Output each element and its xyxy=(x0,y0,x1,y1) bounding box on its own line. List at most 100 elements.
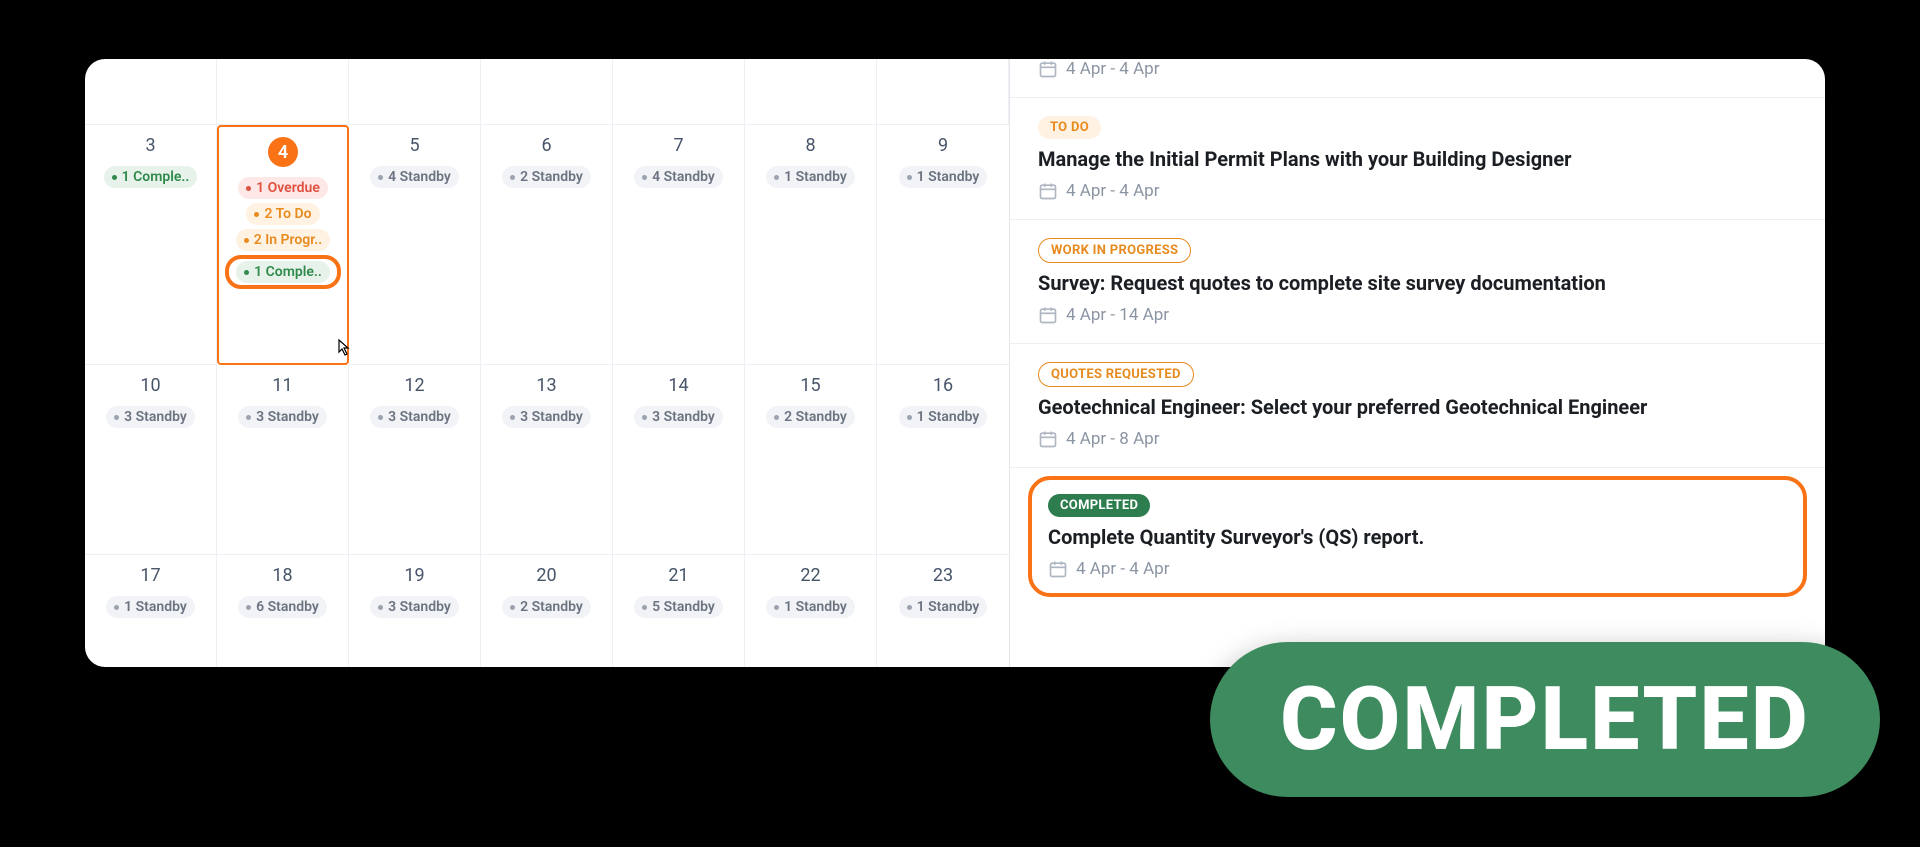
dot-icon xyxy=(378,175,383,180)
status-chip: WORK IN PROGRESS xyxy=(1038,238,1191,263)
status-pill-completed[interactable]: 1 Comple.. xyxy=(236,261,330,283)
dot-icon xyxy=(907,175,912,180)
task-date-range: 4 Apr - 8 Apr xyxy=(1038,429,1797,449)
app-card: 3 1 Comple.. 4 1 Overdue 2 To Do 2 In Progr..… xyxy=(85,59,1825,667)
dot-icon xyxy=(244,238,249,243)
dot-icon xyxy=(114,605,119,610)
status-pill-standby[interactable]: 4 Standby xyxy=(370,166,459,188)
status-chip: TO DO xyxy=(1038,116,1101,139)
status-pill-standby[interactable]: 1 Standby xyxy=(766,166,855,188)
status-chip: QUOTES REQUESTED xyxy=(1038,362,1194,387)
task-item[interactable]: QUOTES REQUESTEDGeotechnical Engineer: S… xyxy=(1010,344,1825,468)
dot-icon xyxy=(378,605,383,610)
day-number: 18 xyxy=(223,565,342,586)
calendar-day-cell[interactable]: 3 1 Comple.. xyxy=(85,125,217,365)
calendar-day-cell[interactable]: 6 2 Standby xyxy=(481,125,613,365)
calendar-day-cell[interactable]: 16 1 Standby xyxy=(877,365,1009,555)
day-number: 13 xyxy=(487,375,606,396)
status-pill-progress[interactable]: 2 In Progr.. xyxy=(236,229,331,251)
task-item[interactable]: TO DO Manage the Initial Permit Plans wit… xyxy=(1010,98,1825,220)
task-title: Complete Quantity Surveyor's (QS) report… xyxy=(1048,525,1787,549)
calendar-day-cell[interactable]: 19 3 Standby xyxy=(349,555,481,667)
task-dates: 4 Apr - 4 Apr xyxy=(1076,559,1169,579)
completed-overlay-badge: COMPLETED xyxy=(1210,642,1880,797)
calendar-header-spacer xyxy=(613,59,745,125)
day-number: 11 xyxy=(223,375,342,396)
status-pill-standby[interactable]: 3 Standby xyxy=(370,406,459,428)
status-pill-standby[interactable]: 2 Standby xyxy=(766,406,855,428)
task-title: Manage the Initial Permit Plans with you… xyxy=(1038,147,1797,171)
dot-icon xyxy=(774,605,779,610)
task-item[interactable]: 4 Apr - 4 Apr xyxy=(1010,59,1825,98)
calendar-icon xyxy=(1038,181,1058,201)
status-pill-standby[interactable]: 3 Standby xyxy=(502,406,591,428)
day-number: 17 xyxy=(91,565,210,586)
day-number: 7 xyxy=(619,135,738,156)
calendar-day-cell[interactable]: 152 Standby xyxy=(745,365,877,555)
day-number: 22 xyxy=(751,565,870,586)
calendar-day-cell[interactable]: 91 Standby xyxy=(877,125,1009,365)
calendar-day-cell[interactable]: 215 Standby xyxy=(613,555,745,667)
calendar-day-cell[interactable]: 12 3 Standby xyxy=(349,365,481,555)
status-pill-standby[interactable]: 4 Standby xyxy=(634,166,723,188)
calendar-header-spacer xyxy=(481,59,613,125)
status-pill-standby[interactable]: 1 Standby xyxy=(106,596,195,618)
task-date-range: 4 Apr - 4 Apr xyxy=(1048,559,1787,579)
dot-icon xyxy=(246,605,251,610)
task-dates: 4 Apr - 14 Apr xyxy=(1066,305,1169,325)
calendar-day-cell[interactable]: 81 Standby xyxy=(745,125,877,365)
status-pill-standby[interactable]: 3 Standby xyxy=(238,406,327,428)
calendar-day-cell[interactable]: 4 1 Overdue 2 To Do 2 In Progr.. 1 Comple.. xyxy=(217,125,349,365)
dot-icon xyxy=(510,175,515,180)
status-pill-standby[interactable]: 1 Standby xyxy=(899,596,988,618)
day-number: 19 xyxy=(355,565,474,586)
status-pill-standby[interactable]: 3 Standby xyxy=(106,406,195,428)
calendar-day-cell[interactable]: 23 1 Standby xyxy=(877,555,1009,667)
status-pill-standby[interactable]: 3 Standby xyxy=(634,406,723,428)
status-pill-completed[interactable]: 1 Comple.. xyxy=(104,166,198,188)
calendar-day-cell[interactable]: 54 Standby xyxy=(349,125,481,365)
dot-icon xyxy=(642,605,647,610)
task-pane: 4 Apr - 4 Apr TO DO Manage the Initial Per… xyxy=(1010,59,1825,667)
calendar-day-cell[interactable]: 13 3 Standby xyxy=(481,365,613,555)
calendar-day-cell[interactable]: 17 1 Standby xyxy=(85,555,217,667)
task-title: Survey: Request quotes to complete site … xyxy=(1038,271,1797,295)
calendar-day-cell[interactable]: 22 1 Standby xyxy=(745,555,877,667)
status-pill-overdue[interactable]: 1 Overdue xyxy=(238,177,328,199)
task-date-range: 4 Apr - 14 Apr xyxy=(1038,305,1797,325)
task-item[interactable]: WORK IN PROGRESS Survey: Request quotes t… xyxy=(1010,220,1825,344)
calendar-day-cell[interactable]: 11 3 Standby xyxy=(217,365,349,555)
calendar-header-spacer xyxy=(745,59,877,125)
calendar-header-spacer xyxy=(85,59,217,125)
task-dates: 4 Apr - 4 Apr xyxy=(1066,181,1159,201)
day-number: 4 xyxy=(225,137,341,167)
day-number-badge: 4 xyxy=(268,137,298,167)
status-pill-standby[interactable]: 5 Standby xyxy=(634,596,723,618)
calendar-header-spacer xyxy=(349,59,481,125)
dot-icon xyxy=(510,415,515,420)
dot-icon xyxy=(112,175,117,180)
calendar-day-cell[interactable]: 143 Standby xyxy=(613,365,745,555)
task-dates: 4 Apr - 4 Apr xyxy=(1066,59,1159,79)
task-date-range: 4 Apr - 4 Apr xyxy=(1038,181,1797,201)
status-pill-standby[interactable]: 3 Standby xyxy=(370,596,459,618)
day-number: 3 xyxy=(91,135,210,156)
day-number: 16 xyxy=(883,375,1003,396)
calendar-day-cell[interactable]: 18 6 Standby xyxy=(217,555,349,667)
day-number: 6 xyxy=(487,135,606,156)
calendar-day-cell[interactable]: 20 2 Standby xyxy=(481,555,613,667)
status-pill-standby[interactable]: 1 Standby xyxy=(766,596,855,618)
status-pill-standby[interactable]: 6 Standby xyxy=(238,596,327,618)
status-pill-standby[interactable]: 1 Standby xyxy=(899,166,988,188)
task-item-highlighted[interactable]: COMPLETEDComplete Quantity Surveyor's (Q… xyxy=(1028,476,1807,597)
day-number: 23 xyxy=(883,565,1003,586)
calendar-day-cell[interactable]: 7 4 Standby xyxy=(613,125,745,365)
calendar-day-cell[interactable]: 103 Standby xyxy=(85,365,217,555)
status-pill-todo[interactable]: 2 To Do xyxy=(246,203,319,225)
status-pill-standby[interactable]: 2 Standby xyxy=(502,166,591,188)
status-pill-standby[interactable]: 2 Standby xyxy=(502,596,591,618)
day-number: 20 xyxy=(487,565,606,586)
status-pill-standby[interactable]: 1 Standby xyxy=(899,406,988,428)
day-number: 12 xyxy=(355,375,474,396)
calendar-icon xyxy=(1038,305,1058,325)
